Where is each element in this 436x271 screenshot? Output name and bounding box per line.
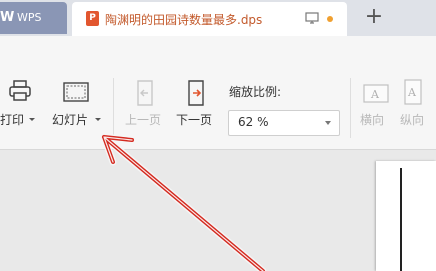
annotation-arrow xyxy=(100,133,267,271)
